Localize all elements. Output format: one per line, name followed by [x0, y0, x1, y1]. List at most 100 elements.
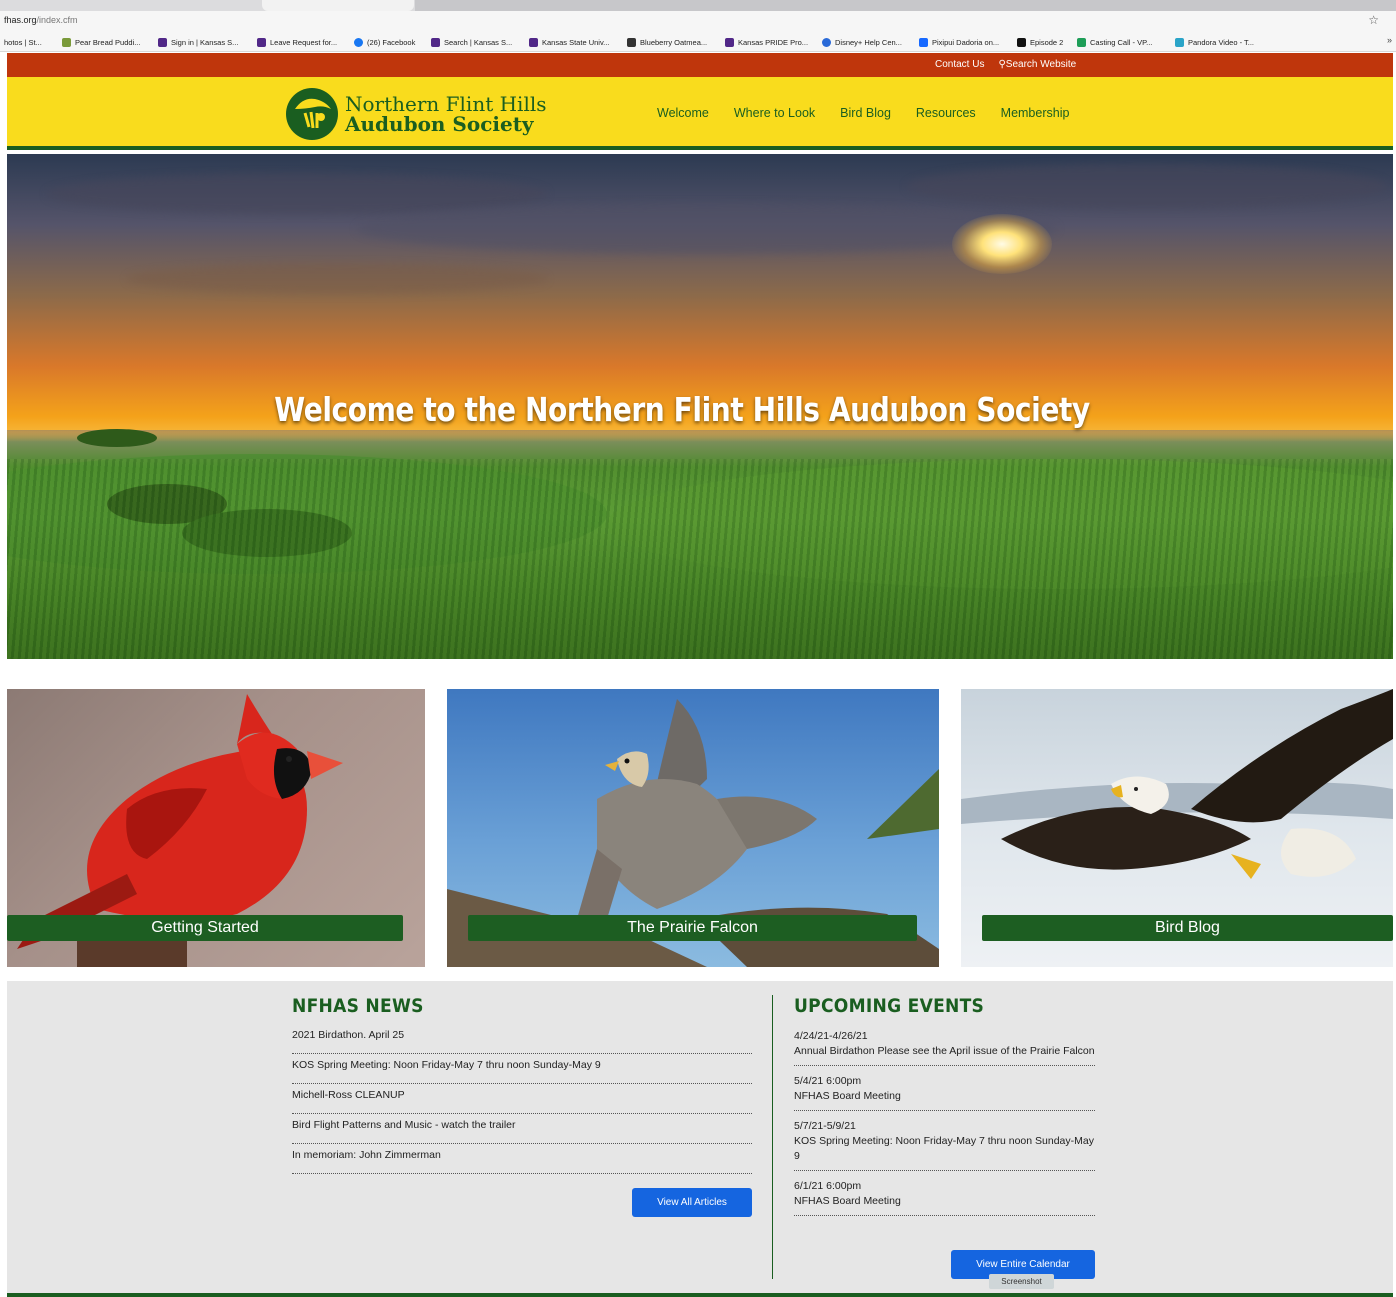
search-website-link[interactable]: ⚲Search Website — [998, 59, 1076, 70]
disney-icon — [822, 37, 831, 47]
bookmark-item[interactable]: hotos | St... — [4, 36, 42, 48]
site-logo[interactable]: Northern Flint Hills Audubon Society — [285, 87, 547, 141]
browser-active-tab[interactable] — [262, 0, 414, 11]
prairie-falcon-label[interactable]: The Prairie Falcon — [468, 915, 917, 941]
nav-where-to-look[interactable]: Where to Look — [734, 106, 815, 120]
contact-us-link[interactable]: Contact Us — [935, 59, 984, 70]
bookmark-item[interactable]: Pixipui Dadoria on... — [919, 36, 999, 48]
facebook-icon — [354, 37, 363, 47]
video-icon — [1175, 37, 1184, 47]
utility-bar: Contact Us ⚲Search Website — [7, 53, 1393, 77]
news-column: NFHAS NEWS 2021 Birdathon. April 25 KOS … — [292, 981, 752, 1217]
news-item[interactable]: 2021 Birdathon. April 25 — [292, 1029, 752, 1054]
news-item[interactable]: In memoriam: John Zimmerman — [292, 1144, 752, 1174]
bookmark-item[interactable]: Sign in | Kansas S... — [158, 36, 238, 48]
bookmark-item[interactable]: Pear Bread Puddi... — [62, 36, 140, 48]
bird-blog-label[interactable]: Bird Blog — [982, 915, 1393, 941]
bookmark-label: Kansas State Univ... — [542, 37, 610, 47]
powercat-icon — [529, 37, 538, 47]
bookmark-label: (26) Facebook — [367, 37, 416, 47]
bookmarks-overflow-icon[interactable]: » — [1387, 35, 1392, 45]
card-prairie-falcon[interactable]: The Prairie Falcon — [447, 689, 939, 967]
news-item[interactable]: KOS Spring Meeting: Noon Friday-May 7 th… — [292, 1054, 752, 1084]
browser-tab-strip — [0, 0, 1396, 11]
pear-icon — [62, 37, 71, 47]
event-item[interactable]: 5/4/21 6:00pm NFHAS Board Meeting — [794, 1074, 1095, 1111]
logo-line-2: Audubon Society — [345, 112, 534, 136]
column-divider — [772, 995, 773, 1279]
hero-banner: Welcome to the Northern Flint Hills Audu… — [7, 154, 1393, 659]
logo-text: Northern Flint Hills Audubon Society — [345, 94, 547, 134]
bookmark-item[interactable]: Episode 2 — [1017, 36, 1063, 48]
events-column: UPCOMING EVENTS 4/24/21-4/26/21 Annual B… — [794, 981, 1095, 1279]
bookmark-item[interactable]: Search | Kansas S... — [431, 36, 512, 48]
bookmark-label: Search | Kansas S... — [444, 37, 513, 47]
powercat-icon — [158, 37, 167, 47]
bookmark-label: Sign in | Kansas S... — [171, 37, 239, 47]
bookmark-item[interactable]: Blueberry Oatmea... — [627, 36, 707, 48]
card-bird-blog[interactable]: Bird Blog — [961, 689, 1393, 967]
bookmark-item[interactable]: Casting Call - VP... — [1077, 36, 1152, 48]
footer-bar — [7, 1293, 1393, 1297]
news-item[interactable]: Michell-Ross CLEANUP — [292, 1084, 752, 1114]
event-description: NFHAS Board Meeting — [794, 1195, 901, 1207]
powercat-icon — [431, 37, 440, 47]
bookmark-item[interactable]: Pandora Video - T... — [1175, 36, 1254, 48]
webpage: Contact Us ⚲Search Website Northern Flin… — [7, 53, 1393, 1297]
bookmark-label: Episode 2 — [1030, 37, 1064, 47]
event-description: KOS Spring Meeting: Noon Friday-May 7 th… — [794, 1135, 1094, 1162]
card-getting-started[interactable]: Getting Started — [7, 689, 425, 967]
getting-started-label[interactable]: Getting Started — [7, 915, 403, 941]
bookmark-label: Disney+ Help Cen... — [835, 37, 902, 47]
bookmark-item[interactable]: (26) Facebook — [354, 36, 415, 48]
site-header: Northern Flint Hills Audubon Society Wel… — [7, 77, 1393, 150]
event-item[interactable]: 5/7/21-5/9/21 KOS Spring Meeting: Noon F… — [794, 1119, 1095, 1171]
search-icon: ⚲ — [998, 59, 1006, 70]
a-icon — [1017, 37, 1026, 47]
news-title: NFHAS NEWS — [292, 995, 424, 1017]
event-date: 5/4/21 6:00pm — [794, 1075, 862, 1087]
bird-globe-logo-icon — [286, 88, 338, 140]
event-description: Annual Birdathon Please see the April is… — [794, 1045, 1095, 1057]
news-item[interactable]: Bird Flight Patterns and Music - watch t… — [292, 1114, 752, 1144]
bookmark-item[interactable]: Kansas PRIDE Pro... — [725, 36, 808, 48]
bookmark-label: Leave Request for... — [270, 37, 338, 47]
bookmark-label: Pandora Video - T... — [1188, 37, 1255, 47]
cloud — [127, 264, 547, 294]
bookmark-item[interactable]: Leave Request for... — [257, 36, 337, 48]
bookmark-item[interactable]: Kansas State Univ... — [529, 36, 609, 48]
behance-icon — [919, 37, 928, 47]
bookmark-item[interactable]: Disney+ Help Cen... — [822, 36, 902, 48]
browser-tab-area[interactable] — [415, 0, 1396, 11]
bookmark-label: Kansas PRIDE Pro... — [738, 37, 809, 47]
screenshot-tooltip: Screenshot — [989, 1274, 1054, 1289]
tree-cluster — [77, 429, 157, 447]
event-date: 4/24/21-4/26/21 — [794, 1030, 868, 1042]
bookmarks-bar: hotos | St... Pear Bread Puddi... Sign in … — [0, 31, 1396, 52]
news-list: 2021 Birdathon. April 25 KOS Spring Meet… — [292, 1029, 752, 1174]
address-bar[interactable]: fhas.org/index.cfm ☆ — [0, 11, 1396, 31]
bookmark-label: Casting Call - VP... — [1090, 37, 1153, 47]
main-nav: Welcome Where to Look Bird Blog Resource… — [657, 106, 1069, 120]
event-list: 4/24/21-4/26/21 Annual Birdathon Please … — [794, 1029, 1095, 1216]
event-date: 6/1/21 6:00pm — [794, 1180, 862, 1192]
cloud — [47, 174, 547, 214]
sheets-icon — [1077, 37, 1086, 47]
view-all-articles-button[interactable]: View All Articles — [632, 1188, 752, 1217]
bookmark-star-icon[interactable]: ☆ — [1368, 13, 1379, 27]
url-text[interactable]: fhas.org/index.cfm — [4, 15, 78, 25]
event-description: NFHAS Board Meeting — [794, 1090, 901, 1102]
news-events-section: NFHAS NEWS 2021 Birdathon. April 25 KOS … — [7, 981, 1393, 1293]
bookmark-label: Pixipui Dadoria on... — [932, 37, 1000, 47]
event-item[interactable]: 6/1/21 6:00pm NFHAS Board Meeting — [794, 1179, 1095, 1216]
nav-welcome[interactable]: Welcome — [657, 106, 709, 120]
events-title: UPCOMING EVENTS — [794, 995, 985, 1017]
event-item[interactable]: 4/24/21-4/26/21 Annual Birdathon Please … — [794, 1029, 1095, 1066]
nav-membership[interactable]: Membership — [1001, 106, 1070, 120]
cloud — [907, 164, 1387, 209]
prairie-grass — [7, 459, 1393, 659]
logo-line-1: Northern Flint Hills — [345, 92, 547, 116]
powercat-icon — [257, 37, 266, 47]
nav-resources[interactable]: Resources — [916, 106, 976, 120]
nav-bird-blog[interactable]: Bird Blog — [840, 106, 891, 120]
